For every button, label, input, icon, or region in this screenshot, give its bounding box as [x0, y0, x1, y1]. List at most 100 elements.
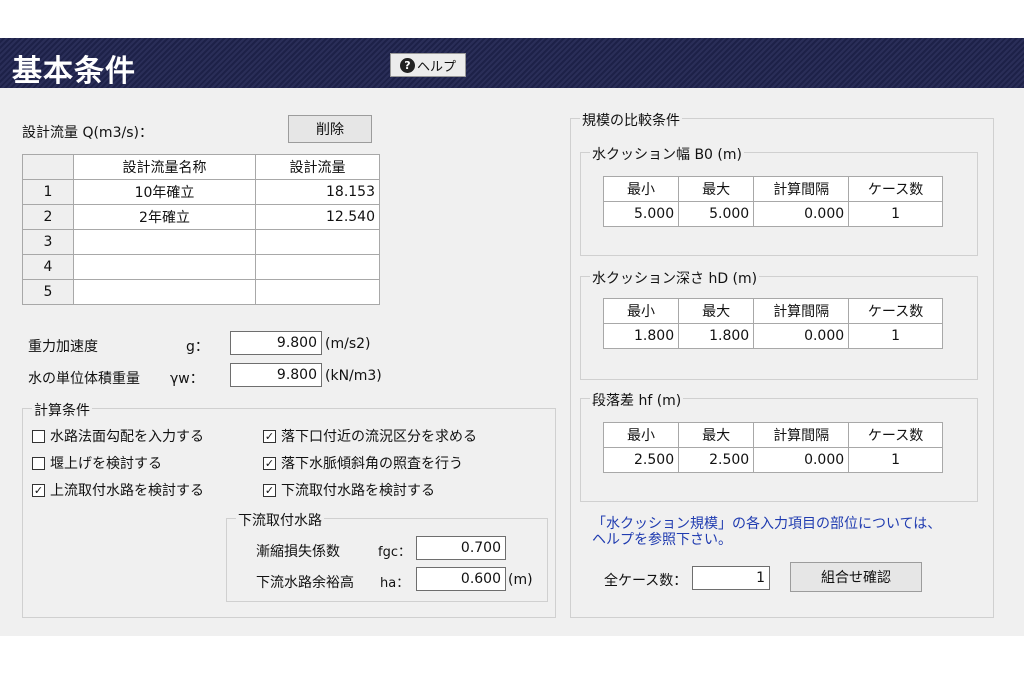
- flow-name-cell[interactable]: [73, 254, 256, 280]
- checkbox-box[interactable]: ✓: [263, 483, 276, 497]
- flow-value-cell[interactable]: [255, 229, 380, 255]
- flow-value-cell[interactable]: [255, 279, 380, 305]
- unit-weight-label: 水の単位体積重量: [28, 371, 140, 387]
- column-header-name: 設計流量名称: [73, 154, 256, 180]
- case-count-cell: 1: [848, 323, 943, 349]
- flow-value-cell[interactable]: 12.540: [255, 204, 380, 230]
- unit-weight-symbol: γw：: [170, 371, 204, 387]
- table-row[interactable]: 3: [22, 229, 380, 255]
- checkbox-label: 下流取付水路を検討する: [281, 483, 435, 499]
- gravity-label: 重力加速度: [28, 339, 98, 355]
- table-header-row: 設計流量名称 設計流量: [22, 154, 380, 180]
- table-row: 1.800 1.800 0.000 1: [602, 323, 943, 349]
- help-button-label: ヘルプ: [416, 59, 456, 75]
- column-header-min: 最小: [602, 422, 680, 448]
- checkbox-label: 落下口付近の流況区分を求める: [281, 429, 477, 445]
- basic-conditions-window: 基本条件 ? ヘルプ 設計流量 Q(m3/s)： 削除 設計流量名称 設計流量 …: [0, 38, 1024, 636]
- case-count-cell: 1: [848, 201, 943, 227]
- row-number: 1: [22, 179, 74, 205]
- drop-height-table: 最小 最大 計算間隔 ケース数 2.500 2.500 0.000 1: [602, 422, 943, 473]
- column-header-cases: ケース数: [848, 176, 943, 202]
- taper-loss-symbol: fgc：: [378, 545, 411, 560]
- table-header-row: 最小 最大 計算間隔 ケース数: [602, 298, 943, 324]
- help-note-line1: 「水クッション規模」の各入力項目の部位については、: [592, 516, 942, 532]
- checkbox-box[interactable]: ✓: [32, 483, 45, 497]
- column-header-max: 最大: [678, 422, 755, 448]
- table-row: 5.000 5.000 0.000 1: [602, 201, 943, 227]
- row-number: 2: [22, 204, 74, 230]
- row-number: 5: [22, 279, 74, 305]
- taper-loss-input[interactable]: 0.700: [416, 536, 506, 560]
- flow-name-cell[interactable]: [73, 229, 256, 255]
- title-bar: 基本条件 ? ヘルプ: [0, 38, 1024, 89]
- checkbox-label: 水路法面勾配を入力する: [50, 429, 204, 445]
- combination-check-button[interactable]: 組合せ確認: [790, 562, 922, 592]
- design-flow-label: 設計流量 Q(m3/s)：: [22, 125, 153, 141]
- checkbox-box[interactable]: ✓: [263, 429, 276, 443]
- table-row: 2.500 2.500 0.000 1: [602, 447, 943, 473]
- column-header-min: 最小: [602, 298, 680, 324]
- checkbox-nappe-angle[interactable]: ✓ 落下水脈傾斜角の照査を行う: [263, 453, 463, 473]
- checkbox-label: 落下水脈傾斜角の照査を行う: [281, 456, 463, 472]
- freeboard-symbol: ha：: [380, 576, 410, 591]
- scale-comparison-legend: 規模の比較条件: [580, 110, 682, 130]
- interval-value-cell[interactable]: 0.000: [753, 447, 850, 473]
- checkbox-upstream-channel[interactable]: ✓ 上流取付水路を検討する: [32, 480, 204, 500]
- cushion-depth-table: 最小 最大 計算間隔 ケース数 1.800 1.800 0.000 1: [602, 298, 943, 349]
- gravity-unit: (m/s2): [325, 336, 371, 352]
- design-flow-table: 設計流量名称 設計流量 1 10年確立 18.153 2 2年確立 12.540…: [22, 154, 380, 305]
- min-value-cell[interactable]: 5.000: [602, 201, 680, 227]
- downstream-legend: 下流取付水路: [236, 510, 324, 530]
- checkbox-weir-check[interactable]: 堰上げを検討する: [32, 453, 162, 473]
- min-value-cell[interactable]: 2.500: [602, 447, 680, 473]
- gravity-input[interactable]: 9.800: [230, 331, 322, 355]
- checkbox-box[interactable]: [32, 456, 45, 470]
- freeboard-unit: (m): [508, 572, 533, 588]
- unit-weight-input[interactable]: 9.800: [230, 363, 322, 387]
- flow-name-cell[interactable]: 10年確立: [73, 179, 256, 205]
- checkbox-flow-regime[interactable]: ✓ 落下口付近の流況区分を求める: [263, 426, 477, 446]
- row-header-corner: [22, 154, 74, 180]
- column-header-min: 最小: [602, 176, 680, 202]
- flow-value-cell[interactable]: 18.153: [255, 179, 380, 205]
- checkbox-box[interactable]: [32, 429, 45, 443]
- help-note-line2: ヘルプを参照下さい。: [592, 532, 732, 548]
- cushion-depth-legend: 水クッション深さ hD (m): [590, 268, 760, 288]
- column-header-max: 最大: [678, 176, 755, 202]
- table-row[interactable]: 4: [22, 254, 380, 280]
- flow-value-cell[interactable]: [255, 254, 380, 280]
- calc-conditions-legend: 計算条件: [32, 400, 92, 420]
- page-title: 基本条件: [12, 54, 136, 89]
- interval-value-cell[interactable]: 0.000: [753, 201, 850, 227]
- freeboard-label: 下流水路余裕高: [256, 575, 354, 591]
- gravity-symbol: g：: [186, 339, 209, 355]
- flow-name-cell[interactable]: 2年確立: [73, 204, 256, 230]
- checkbox-box[interactable]: ✓: [263, 456, 276, 470]
- table-row[interactable]: 2 2年確立 12.540: [22, 204, 380, 230]
- checkbox-label: 上流取付水路を検討する: [50, 483, 204, 499]
- total-cases-label: 全ケース数：: [604, 573, 688, 589]
- max-value-cell[interactable]: 2.500: [678, 447, 755, 473]
- cushion-width-table: 最小 最大 計算間隔 ケース数 5.000 5.000 0.000 1: [602, 176, 943, 227]
- table-row[interactable]: 5: [22, 279, 380, 305]
- max-value-cell[interactable]: 1.800: [678, 323, 755, 349]
- table-header-row: 最小 最大 計算間隔 ケース数: [602, 176, 943, 202]
- row-number: 4: [22, 254, 74, 280]
- min-value-cell[interactable]: 1.800: [602, 323, 680, 349]
- checkbox-downstream-channel[interactable]: ✓ 下流取付水路を検討する: [263, 480, 435, 500]
- column-header-interval: 計算間隔: [753, 422, 850, 448]
- cushion-width-legend: 水クッション幅 B0 (m): [590, 144, 744, 164]
- help-button[interactable]: ? ヘルプ: [390, 53, 466, 77]
- column-header-interval: 計算間隔: [753, 176, 850, 202]
- flow-name-cell[interactable]: [73, 279, 256, 305]
- interval-value-cell[interactable]: 0.000: [753, 323, 850, 349]
- freeboard-input[interactable]: 0.600: [416, 567, 506, 591]
- max-value-cell[interactable]: 5.000: [678, 201, 755, 227]
- table-row[interactable]: 1 10年確立 18.153: [22, 179, 380, 205]
- checkbox-slope-input[interactable]: 水路法面勾配を入力する: [32, 426, 204, 446]
- checkbox-label: 堰上げを検討する: [50, 456, 162, 472]
- question-circle-icon: ?: [399, 57, 415, 73]
- total-cases-value: 1: [692, 566, 770, 590]
- delete-button[interactable]: 削除: [288, 115, 372, 143]
- column-header-interval: 計算間隔: [753, 298, 850, 324]
